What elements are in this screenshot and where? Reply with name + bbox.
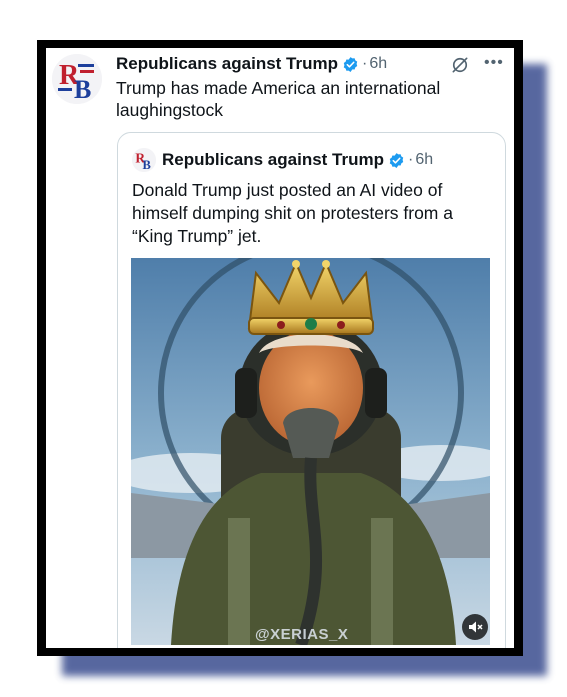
post-header: Republicans against Trump · 6h — [116, 53, 506, 75]
quoted-avatar: R B — [132, 148, 156, 172]
svg-text:B: B — [74, 75, 91, 104]
grok-icon[interactable] — [450, 55, 470, 75]
tweet-card: R B Republicans against Trump · 6h ••• T… — [46, 48, 514, 648]
post-time[interactable]: 6h — [369, 55, 387, 73]
quoted-header: Republicans against Trump · 6h — [162, 148, 433, 172]
quoted-time: 6h — [415, 151, 434, 168]
quoted-post[interactable]: R B Republicans against Trump · 6h Donal… — [117, 132, 506, 648]
avatar[interactable]: R B — [52, 54, 102, 104]
video-player[interactable]: @XERIAS_X — [131, 258, 490, 645]
quoted-author-name: Republicans against Trump — [162, 150, 384, 169]
verified-badge-icon — [389, 152, 404, 168]
republicans-logo-icon: R B — [132, 148, 156, 172]
quoted-text: Donald Trump just posted an AI video of … — [132, 180, 453, 246]
republicans-logo-icon: R B — [52, 54, 102, 104]
author-name[interactable]: Republicans against Trump — [116, 54, 338, 74]
more-options-icon[interactable]: ••• — [484, 54, 504, 72]
verified-badge-icon — [343, 56, 358, 72]
post-text: Trump has made America an international … — [116, 78, 441, 120]
svg-text:B: B — [143, 158, 151, 172]
separator-dot: · — [408, 151, 414, 168]
separator-dot: · — [362, 55, 368, 72]
muted-speaker-icon[interactable] — [462, 614, 488, 640]
video-frame-image — [131, 258, 490, 645]
video-watermark: @XERIAS_X — [255, 626, 349, 643]
